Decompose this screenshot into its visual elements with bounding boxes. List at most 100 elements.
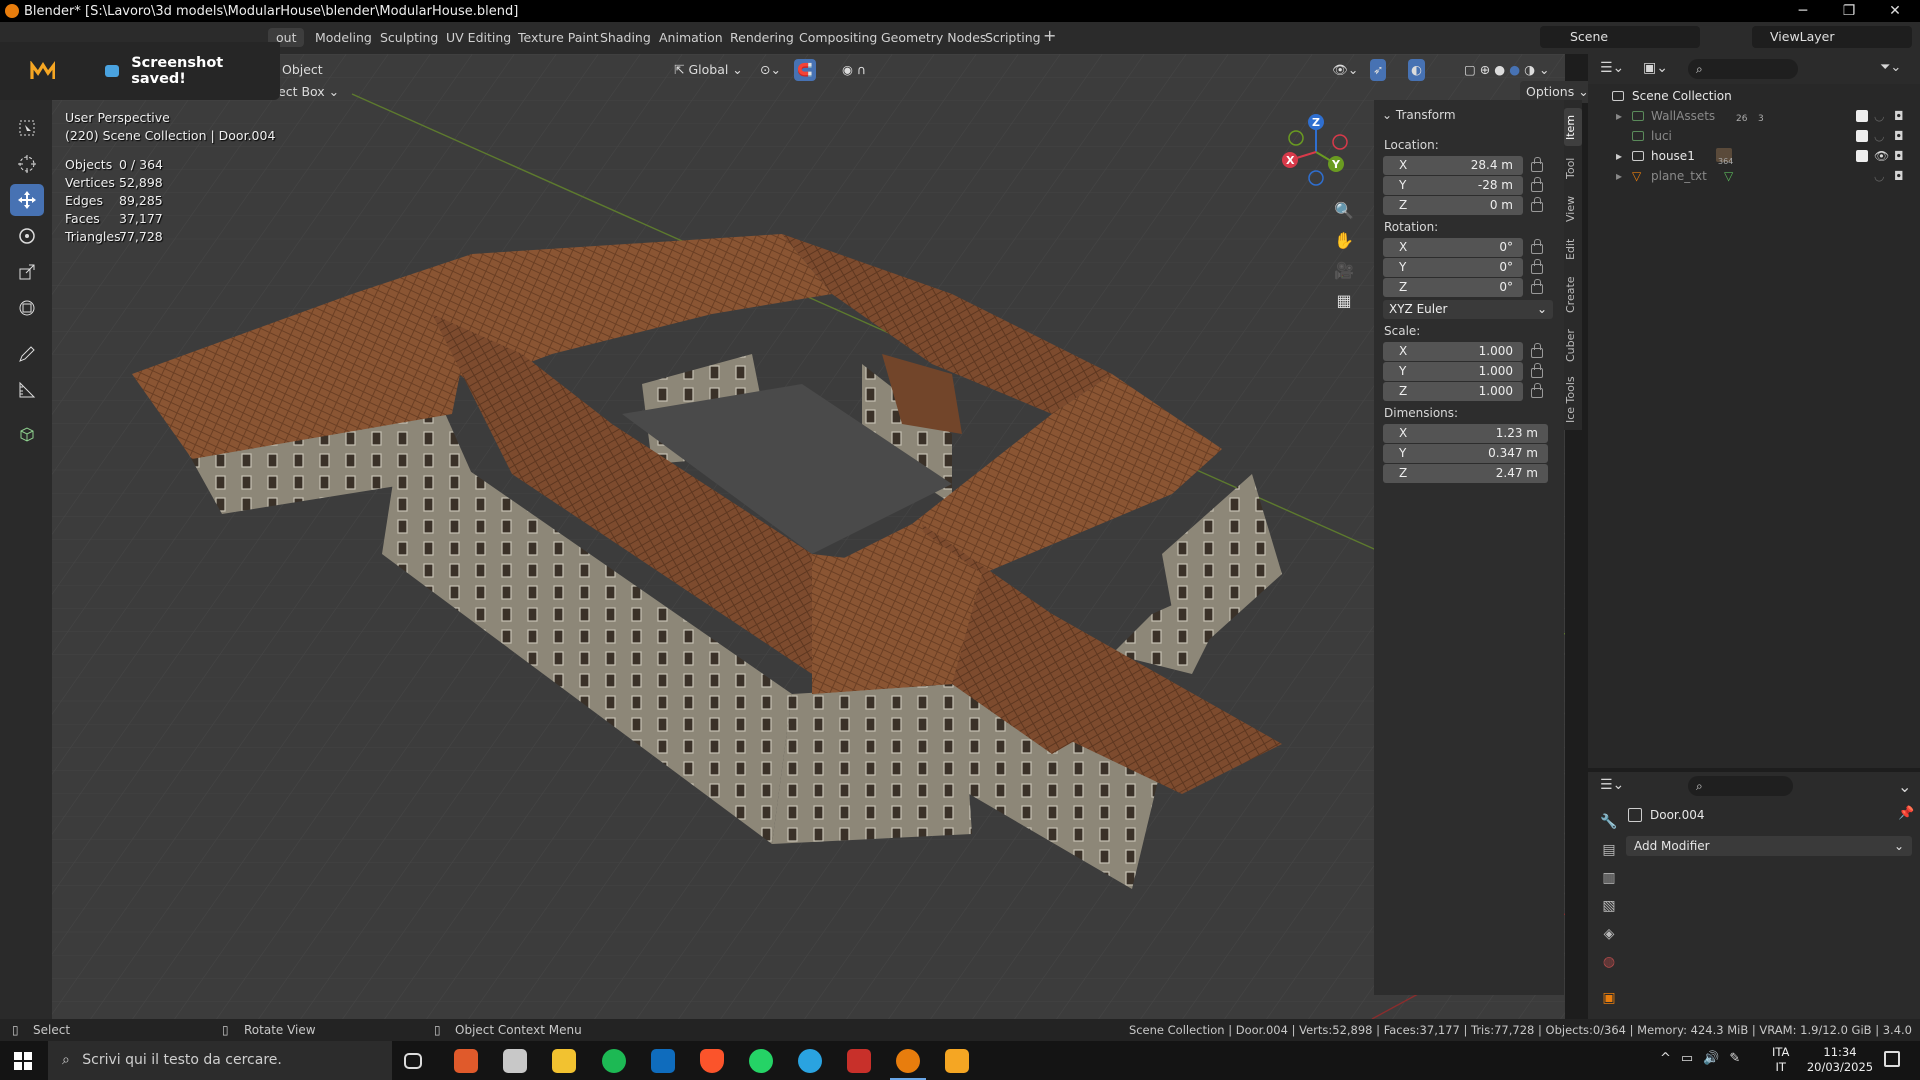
tab-geometry-nodes[interactable]: Geometry Nodes	[881, 30, 986, 45]
lock-icon[interactable]	[1531, 239, 1543, 254]
close-icon[interactable]: ✕	[1872, 0, 1918, 22]
outliner-item-plane-txt[interactable]: ▸ ▽ plane_txt ▽ ◡ ◘	[1588, 166, 1920, 186]
windows-start-icon[interactable]	[14, 1052, 32, 1070]
tool-tab-icon[interactable]: 🔧	[1596, 808, 1622, 836]
move-tool[interactable]	[10, 184, 44, 216]
navigation-gizmo[interactable]: Z Y X	[1270, 110, 1360, 194]
checkbox-icon[interactable]	[1856, 130, 1868, 142]
editor-type-icon[interactable]: ☰⌄	[1600, 60, 1624, 76]
rotation-z-field[interactable]: Z 0°	[1383, 278, 1523, 297]
tab-sculpting[interactable]: Sculpting	[380, 30, 438, 45]
zoom-icon[interactable]: 🔍	[1332, 196, 1356, 226]
tab-ice-tools[interactable]: Ice Tools	[1564, 372, 1582, 428]
dimension-y-field[interactable]: Y 0.347 m	[1383, 444, 1548, 463]
measure-tool[interactable]	[10, 374, 44, 406]
app-logo-taskbar-icon[interactable]	[945, 1049, 969, 1073]
scale-y-field[interactable]: Y 1.000	[1383, 362, 1523, 381]
location-z-field[interactable]: Z 0 m	[1383, 196, 1523, 215]
checkbox-icon[interactable]	[1856, 110, 1868, 122]
pivot-icon[interactable]: ⊙⌄	[760, 59, 781, 81]
camera-icon[interactable]: ◘	[1894, 146, 1904, 166]
filter-icon[interactable]: ⏷⌄	[1880, 60, 1901, 75]
clock[interactable]: 11:34 20/03/2025	[1800, 1045, 1880, 1075]
tab-tool[interactable]: Tool	[1564, 152, 1582, 184]
tab-create[interactable]: Create	[1564, 272, 1582, 318]
tab-view[interactable]: View	[1564, 192, 1582, 226]
taskbar-search-input[interactable]: ⌕ Scrivi qui il testo da cercare.	[48, 1041, 392, 1080]
outliner-item-luci[interactable]: luci ◡ ◘	[1588, 126, 1920, 146]
tab-rendering[interactable]: Rendering	[730, 30, 794, 45]
transform-tool[interactable]	[10, 292, 44, 324]
minimize-icon[interactable]: ─	[1780, 0, 1826, 22]
object-menu[interactable]: Object	[282, 59, 323, 81]
rotation-x-field[interactable]: X 0°	[1383, 238, 1523, 257]
properties-search-input[interactable]: ⌕	[1688, 776, 1793, 796]
object-tab-icon[interactable]: ▣	[1596, 984, 1622, 1012]
rotation-mode-dropdown[interactable]: XYZ Euler ⌄	[1383, 300, 1553, 319]
tab-animation[interactable]: Animation	[659, 30, 723, 45]
eye-closed-icon[interactable]: ◡	[1874, 126, 1884, 146]
render-tab-icon[interactable]: ▤	[1596, 836, 1622, 864]
chevron-down-icon[interactable]: ⌄	[1898, 777, 1911, 796]
camera-view-icon[interactable]: 🎥	[1332, 256, 1356, 286]
location-y-field[interactable]: Y -28 m	[1383, 176, 1523, 195]
scale-tool[interactable]	[10, 256, 44, 288]
tab-uv-editing[interactable]: UV Editing	[446, 30, 511, 45]
camera-icon[interactable]: ◘	[1894, 106, 1904, 126]
file-explorer-icon[interactable]	[552, 1049, 576, 1073]
dimension-x-field[interactable]: X 1.23 m	[1383, 424, 1548, 443]
rotation-y-field[interactable]: Y 0°	[1383, 258, 1523, 277]
select-box-tool[interactable]	[10, 112, 44, 144]
eye-closed-icon[interactable]: ◡	[1874, 166, 1884, 186]
telegram-icon[interactable]	[798, 1049, 822, 1073]
eye-icon[interactable]: 👁	[1874, 146, 1889, 166]
tab-cuber[interactable]: Cuber	[1564, 326, 1582, 366]
lock-icon[interactable]	[1531, 157, 1543, 172]
tab-compositing[interactable]: Compositing	[799, 30, 877, 45]
lock-icon[interactable]	[1531, 177, 1543, 192]
pin-icon[interactable]: 📌	[1898, 806, 1914, 821]
display-mode-icon[interactable]: ▣⌄	[1643, 60, 1668, 76]
outlook-icon[interactable]	[651, 1049, 675, 1073]
tab-item[interactable]: Item	[1564, 108, 1582, 146]
expand-icon[interactable]: ▸	[1616, 146, 1622, 166]
gizmo-toggle-icon[interactable]: ➶	[1370, 59, 1387, 81]
visibility-icon[interactable]: 👁⌄	[1332, 59, 1358, 81]
tab-texture-paint[interactable]: Texture Paint	[518, 30, 599, 45]
location-x-field[interactable]: X 28.4 m	[1383, 156, 1523, 175]
lock-icon[interactable]	[1531, 197, 1543, 212]
view-layer-tab-icon[interactable]: ▧	[1596, 892, 1622, 920]
output-tab-icon[interactable]: ▥	[1596, 864, 1622, 892]
shading-modes[interactable]: ▢⊕●●◑⌄	[1464, 59, 1554, 81]
viewlayer-selector[interactable]: ViewLayer	[1752, 26, 1912, 48]
select-mode-dropdown[interactable]: ect Box ⌄	[278, 81, 339, 103]
lock-icon[interactable]	[1531, 259, 1543, 274]
dts-app-icon[interactable]	[454, 1049, 478, 1073]
outliner-root[interactable]: Scene Collection	[1588, 86, 1920, 106]
whatsapp-icon[interactable]	[749, 1049, 773, 1073]
rotate-tool[interactable]	[10, 220, 44, 252]
snap-icon[interactable]: 🧲	[794, 59, 816, 81]
world-tab-icon[interactable]: ◍	[1596, 948, 1622, 976]
pan-hand-icon[interactable]: ✋	[1332, 226, 1356, 256]
scene-tab-icon[interactable]: ◈	[1596, 920, 1622, 948]
scale-z-field[interactable]: Z 1.000	[1383, 382, 1523, 401]
scale-x-field[interactable]: X 1.000	[1383, 342, 1523, 361]
expand-icon[interactable]: ▸	[1616, 166, 1622, 186]
proportional-edit-icon[interactable]: ◉ ∩	[842, 59, 866, 81]
expand-icon[interactable]: ▸	[1616, 106, 1622, 126]
tab-edit[interactable]: Edit	[1564, 234, 1582, 264]
outliner-search-input[interactable]: ⌕	[1688, 59, 1798, 79]
spotify-icon[interactable]	[602, 1049, 626, 1073]
scene-selector[interactable]: Scene	[1540, 26, 1700, 48]
annotate-tool[interactable]	[10, 338, 44, 370]
file-app-icon[interactable]	[503, 1049, 527, 1073]
dimension-z-field[interactable]: Z 2.47 m	[1383, 464, 1548, 483]
outliner-item-wallassets[interactable]: ▸ WallAssets 26 3 ◡ ◘	[1588, 106, 1920, 126]
overlays-toggle-icon[interactable]: ◐	[1408, 59, 1425, 81]
add-modifier-dropdown[interactable]: Add Modifier ⌄	[1626, 836, 1912, 856]
lock-icon[interactable]	[1531, 343, 1543, 358]
add-workspace-icon[interactable]: +	[1043, 26, 1056, 45]
checkbox-icon[interactable]	[1856, 150, 1868, 162]
transform-header[interactable]: ⌄ Transform	[1382, 108, 1456, 122]
